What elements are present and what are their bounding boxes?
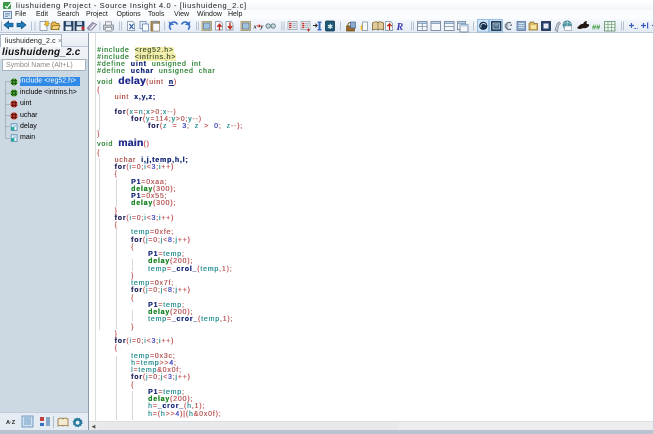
svg-text:y: y <box>260 24 264 31</box>
svg-text:A·Z: A·Z <box>6 420 16 426</box>
svg-text:✱: ✱ <box>327 23 333 31</box>
svg-text:R: R <box>396 22 404 33</box>
svg-text:##: ## <box>592 23 601 32</box>
svg-text:x: x <box>253 24 258 31</box>
